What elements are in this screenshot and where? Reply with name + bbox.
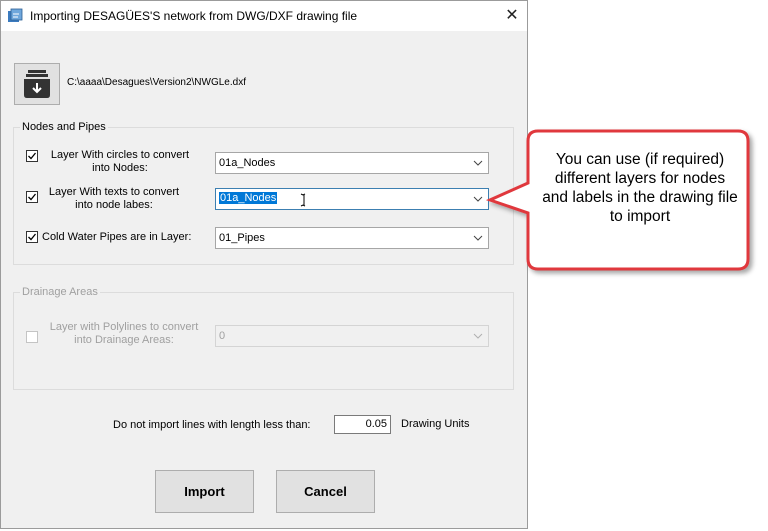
callout-bubble bbox=[485, 129, 750, 271]
callout-text: You can use (if required) different laye… bbox=[542, 151, 738, 225]
